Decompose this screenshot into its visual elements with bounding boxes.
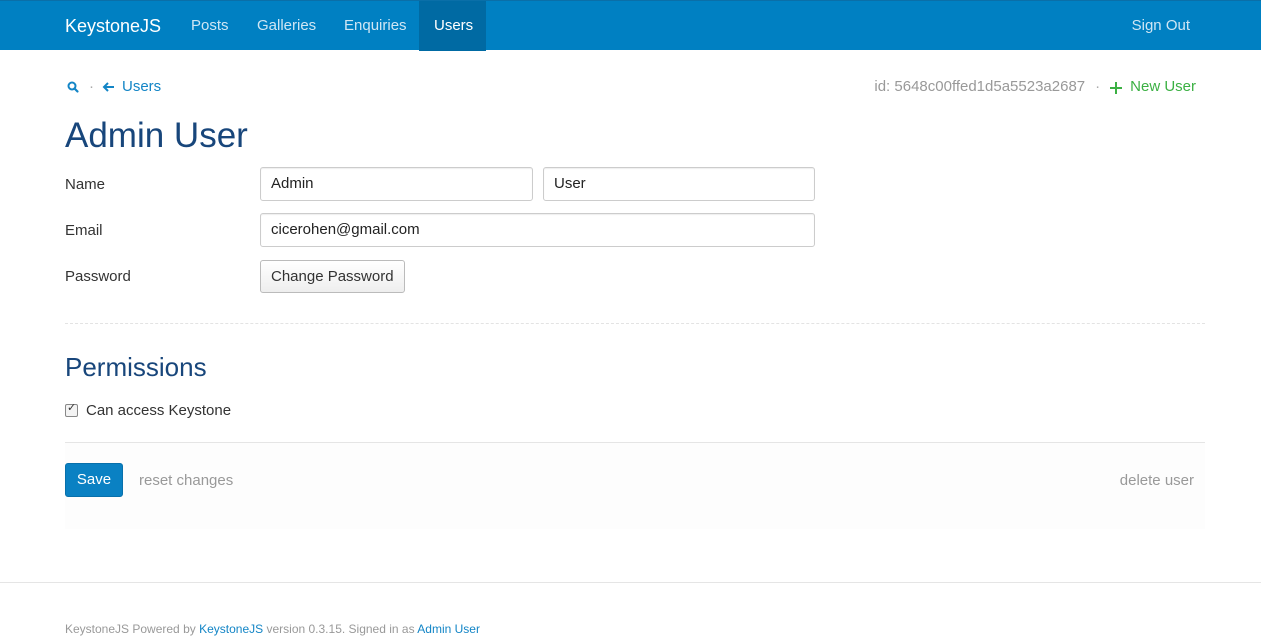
footer-version: version 0.3.15. Signed in as [266, 622, 415, 636]
brand-link[interactable]: KeystoneJS [65, 1, 161, 51]
sign-out-link[interactable]: Sign Out [1132, 1, 1190, 51]
new-user-link[interactable]: New User [1130, 78, 1196, 95]
keystonejs-link[interactable]: KeystoneJS [199, 622, 263, 636]
change-password-button[interactable]: Change Password [260, 260, 405, 293]
nav-galleries[interactable]: Galleries [242, 1, 331, 51]
page-footer: KeystoneJS Powered by KeystoneJS version… [65, 622, 480, 636]
top-navbar: KeystoneJS Posts Galleries Enquiries Use… [0, 0, 1261, 51]
email-input[interactable]: cicerohen@gmail.com [260, 213, 815, 247]
item-id: id: 5648c00ffed1d5a5523a2687 [874, 78, 1086, 95]
plus-icon[interactable] [1110, 81, 1123, 94]
separator: · [89, 78, 94, 95]
signed-in-user-link[interactable]: Admin User [417, 622, 480, 636]
nav-posts[interactable]: Posts [176, 1, 244, 51]
nav-users[interactable]: Users [419, 1, 486, 51]
first-name-input[interactable]: Admin [260, 167, 533, 201]
reset-changes-link[interactable]: reset changes [139, 472, 233, 489]
can-access-keystone-checkbox[interactable] [65, 401, 78, 417]
form-footer [65, 442, 1205, 529]
item-toolbar: · Users id: 5648c00ffed1d5a5523a2687 · N… [65, 78, 1196, 98]
page-title: Admin User [65, 116, 248, 155]
name-label: Name [65, 176, 106, 193]
divider [65, 323, 1205, 324]
search-icon[interactable] [65, 79, 81, 95]
can-access-keystone-row: Can access Keystone [65, 401, 231, 419]
save-button[interactable]: Save [65, 463, 123, 497]
password-label: Password [65, 268, 131, 285]
permissions-heading: Permissions [65, 352, 207, 382]
footer-divider [0, 582, 1261, 583]
footer-prefix: KeystoneJS Powered by [65, 622, 196, 636]
separator: · [1095, 78, 1101, 95]
can-access-keystone-label[interactable]: Can access Keystone [86, 402, 231, 419]
back-to-users-link[interactable]: Users [122, 78, 161, 95]
arrow-left-icon[interactable] [102, 80, 116, 94]
email-label: Email [65, 222, 103, 239]
delete-user-link[interactable]: delete user [1120, 472, 1194, 489]
nav-enquiries[interactable]: Enquiries [329, 1, 422, 51]
last-name-input[interactable]: User [543, 167, 815, 201]
